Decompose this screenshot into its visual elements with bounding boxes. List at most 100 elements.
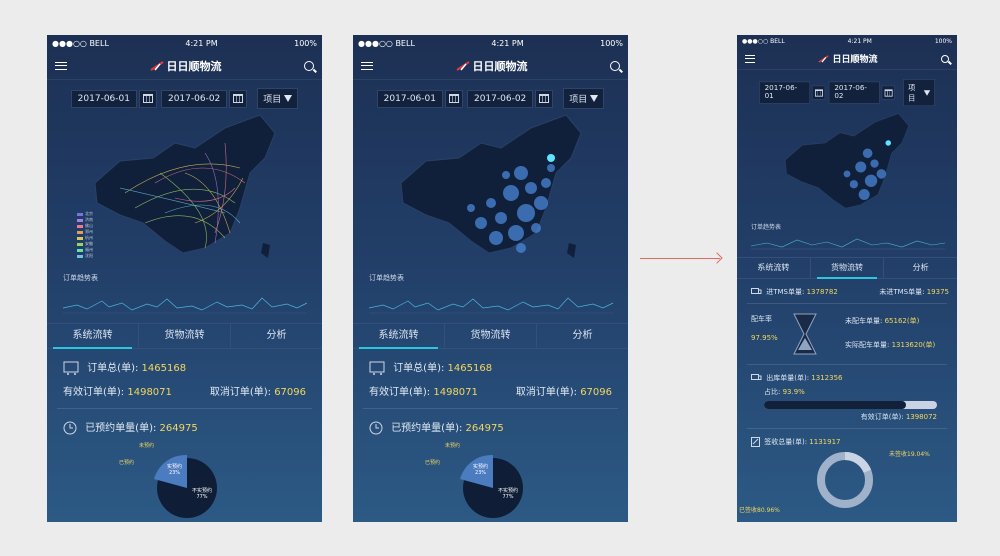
order-breakdown-row: 有效订单(单): 1498071 取消订单(单): 67096 (47, 379, 322, 408)
calendar-icon[interactable] (444, 89, 463, 108)
valid-order-label: 有效订单(单): (63, 387, 125, 398)
truck-icon (751, 374, 762, 380)
reserved-row: 已预约单量(单): 264975 (353, 409, 628, 445)
reserved-label: 已预约单量(单): (391, 423, 463, 434)
trend-label: 订单趋势表 (63, 274, 98, 282)
app-title-text: 日日顺物流 (832, 55, 878, 65)
phone-screen-system-flow: ●●●○○ BELL 4:21 PM 100% 日日顺物流 2017-06-01… (47, 35, 322, 522)
tab-system-flow[interactable]: 系统流转 (47, 324, 139, 349)
tab-analysis[interactable]: 分析 (884, 258, 957, 278)
calendar-icon[interactable] (535, 89, 554, 108)
legend-swatch (77, 254, 83, 258)
document-sign-icon (751, 437, 760, 447)
legend-label: 佛山 (85, 223, 93, 228)
funnel-icon (590, 95, 599, 102)
tab-analysis[interactable]: 分析 (537, 324, 628, 348)
tms-in-stat: 进TMS单量: 1378782 (751, 287, 838, 297)
funnel-icon (284, 95, 293, 102)
pie-label-not-actual: 不实预约 77% (498, 487, 518, 500)
project-filter-button[interactable]: 项目 (257, 88, 299, 109)
project-filter-label: 项目 (908, 84, 916, 103)
tab-bar: 系统流转 货物流转 分析 (47, 323, 322, 349)
calendar-icon[interactable] (881, 85, 896, 100)
valid-order-stat: 有效订单(单): 1498071 (63, 383, 172, 398)
start-date-field[interactable]: 2017-06-01 (376, 89, 443, 108)
tab-system-flow[interactable]: 系统流转 (737, 258, 811, 278)
legend-label: 济南 (85, 217, 93, 222)
app-title: 日日顺物流 (455, 58, 528, 74)
project-filter-button[interactable]: 项目 (903, 79, 936, 107)
valid-order-label: 有效订单(单): (860, 413, 904, 421)
menu-icon[interactable] (745, 54, 755, 63)
menu-icon[interactable] (361, 61, 373, 70)
unmatched-stat: 未配车单量: 65162(单) (845, 316, 919, 326)
legend-swatch (77, 248, 83, 252)
tab-system-flow[interactable]: 系统流转 (353, 324, 445, 349)
tab-goods-flow[interactable]: 货物流转 (811, 258, 885, 279)
pie-label-unreserved: 未预约 (445, 443, 461, 449)
unmatched-label: 未配车单量: (845, 317, 883, 325)
legend-label: 沈阳 (85, 253, 93, 258)
end-date-field[interactable]: 2017-06-02 (828, 81, 880, 104)
outbound-progress-bar (764, 401, 937, 409)
pie-label-reserved: 已预约 (425, 460, 441, 466)
app-title-text: 日日顺物流 (472, 59, 528, 73)
valid-order-row: 有效订单(单): 1398072 (737, 409, 957, 428)
status-bar: ●●●○○ BELL 4:21 PM 100% (737, 35, 957, 48)
legend-label: 郑州 (85, 229, 93, 234)
order-total-label: 订单总(单): (393, 363, 445, 374)
order-trend-chart (368, 297, 614, 314)
search-icon[interactable] (940, 54, 949, 63)
dispatch-rate-value: 97.95% (751, 334, 778, 342)
carrier-label: ●●●○○ BELL (52, 39, 109, 48)
pie-label-not-actual-name: 不实预约 (498, 488, 519, 494)
signed-label: 已签收80.96% (739, 507, 780, 514)
outbound-value: 1312356 (811, 374, 843, 382)
outbound-progress-fill (764, 401, 906, 409)
funnel-icon (923, 89, 931, 96)
cart-icon (369, 361, 385, 375)
tab-goods-flow[interactable]: 货物流转 (139, 324, 231, 348)
tab-goods-flow[interactable]: 货物流转 (445, 324, 537, 348)
order-total-row: 订单总(单): 1465168 (353, 349, 628, 379)
signed-total-value: 1131917 (809, 438, 841, 446)
menu-icon[interactable] (55, 61, 67, 70)
search-icon[interactable] (304, 60, 314, 71)
pie-label-actual-pct: 23% (474, 470, 487, 476)
reservation-pie-chart (154, 454, 217, 518)
clock-label: 4:21 PM (847, 38, 872, 45)
end-date-field[interactable]: 2017-06-02 (160, 89, 228, 108)
calendar-icon[interactable] (138, 89, 157, 108)
cancel-order-value: 67096 (580, 387, 612, 398)
order-total-value: 1465168 (141, 363, 187, 374)
project-filter-button[interactable]: 项目 (563, 88, 605, 109)
tms-not-stat: 未进TMS单量: 19375 (879, 287, 949, 297)
tab-analysis[interactable]: 分析 (231, 324, 322, 348)
legend-label: 杭州 (85, 235, 93, 240)
start-date-field[interactable]: 2017-06-01 (70, 89, 137, 108)
pie-label-actual-name: 实预约 (167, 464, 183, 470)
legend-label: 北京 (85, 211, 93, 216)
order-total-value: 1465168 (447, 363, 493, 374)
tab-bar: 系统流转 货物流转 分析 (737, 257, 957, 279)
unmatched-value: 65162(单) (884, 317, 920, 325)
matched-value: 1313620(单) (891, 341, 936, 349)
legend-swatch (77, 212, 83, 216)
nav-bar: 日日顺物流 (47, 52, 322, 80)
end-date-field[interactable]: 2017-06-02 (466, 89, 534, 108)
date-filter: 2017-06-01 2017-06-02 项目 (47, 80, 322, 113)
tms-row: 进TMS单量: 1378782 未进TMS单量: 19375 (737, 279, 957, 303)
cancel-order-stat: 取消订单(单): 67096 (516, 383, 612, 398)
calendar-icon[interactable] (811, 85, 826, 100)
china-map-flow-lines (93, 114, 276, 258)
reserved-label: 已预约单量(单): (85, 423, 157, 434)
calendar-icon[interactable] (229, 89, 248, 108)
pie-label-not-actual: 不实预约 77% (192, 487, 212, 500)
date-filter: 2017-06-01 2017-06-02 项目 (759, 74, 936, 108)
valid-order-value: 1498071 (127, 387, 172, 398)
nav-bar: 日日顺物流 (737, 48, 957, 70)
search-icon[interactable] (610, 60, 620, 71)
legend-swatch (77, 218, 83, 222)
start-date-field[interactable]: 2017-06-01 (759, 81, 811, 104)
cancel-order-label: 取消订单(单): (515, 387, 577, 398)
